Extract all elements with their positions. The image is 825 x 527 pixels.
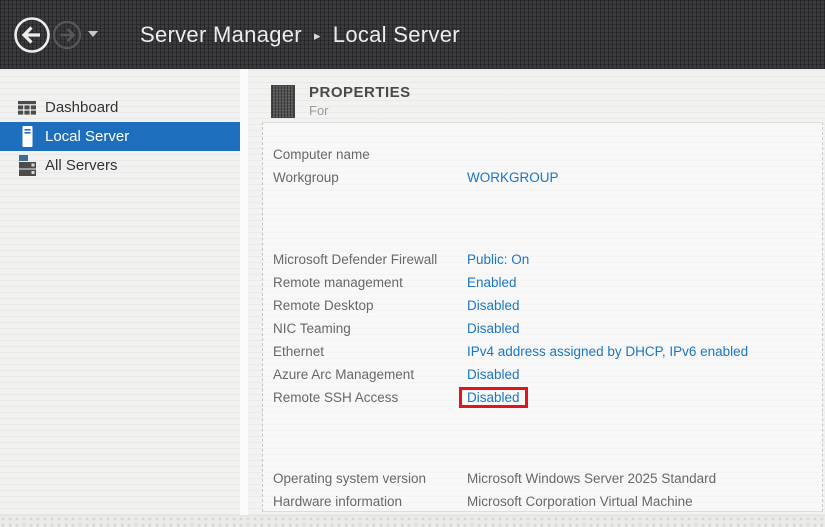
property-row-computer-name: Computer name: [263, 143, 822, 166]
property-value-link[interactable]: Disabled: [467, 367, 822, 382]
panel-spacer: [263, 189, 822, 248]
property-value-link[interactable]: Disabled: [467, 298, 822, 313]
forward-arrow-icon: [52, 20, 82, 50]
property-label: Ethernet: [273, 344, 325, 359]
property-row-workgroup: Workgroup WORKGROUP: [263, 166, 822, 189]
property-label: NIC Teaming: [273, 321, 351, 336]
breadcrumb-root[interactable]: Server Manager: [140, 22, 302, 48]
property-label: Workgroup: [273, 170, 339, 185]
property-row-remote-desktop: Remote Desktop Disabled: [263, 294, 822, 317]
properties-section-header: PROPERTIES For: [248, 69, 825, 122]
sidebar-item-dashboard[interactable]: Dashboard: [0, 93, 240, 122]
property-label: Remote Desktop: [273, 298, 374, 313]
sidebar-item-local-server[interactable]: Local Server: [0, 122, 240, 151]
nav-history-caret-icon[interactable]: [88, 31, 98, 37]
breadcrumb: Server Manager ▸ Local Server: [140, 0, 460, 69]
property-row-ethernet: Ethernet IPv4 address assigned by DHCP, …: [263, 340, 822, 363]
property-row-remote-ssh: Remote SSH Access Disabled: [263, 386, 822, 409]
server-stack-icon: [16, 154, 38, 177]
sidebar-item-label: Dashboard: [45, 99, 119, 116]
property-row-hardware-info: Hardware information Microsoft Corporati…: [263, 490, 822, 511]
property-value-static: Microsoft Windows Server 2025 Standard: [467, 471, 717, 486]
properties-panel: Computer name Workgroup WORKGROUP Micros…: [262, 122, 823, 512]
property-label: Operating system version: [273, 471, 427, 486]
title-bar: Server Manager ▸ Local Server: [0, 0, 825, 69]
property-label: Computer name: [273, 147, 370, 162]
property-value-static: Microsoft Corporation Virtual Machine: [467, 494, 693, 509]
property-value-link[interactable]: WORKGROUP: [467, 170, 822, 185]
properties-tile-icon: [271, 85, 295, 118]
property-value-link[interactable]: IPv4 address assigned by DHCP, IPv6 enab…: [467, 344, 822, 359]
back-arrow-icon: [13, 16, 51, 54]
server-tower-icon: [16, 126, 38, 148]
property-label: Remote management: [273, 275, 403, 290]
forward-button[interactable]: [52, 20, 82, 50]
sidebar: Dashboard Local Server All Servers: [0, 69, 240, 515]
property-value-link[interactable]: Public: On: [467, 252, 822, 267]
sidebar-item-all-servers[interactable]: All Servers: [0, 151, 240, 180]
property-label: Remote SSH Access: [273, 390, 399, 405]
property-label: Microsoft Defender Firewall: [273, 252, 438, 267]
property-row-defender-firewall: Microsoft Defender Firewall Public: On: [263, 248, 822, 271]
dashboard-grid-icon: [16, 97, 38, 119]
property-row-azure-arc: Azure Arc Management Disabled: [263, 363, 822, 386]
highlight-annotation-box: Disabled: [459, 387, 528, 408]
sidebar-item-label: Local Server: [45, 128, 130, 145]
sidebar-item-label: All Servers: [45, 157, 118, 174]
section-subtitle: For: [309, 103, 329, 118]
section-title: PROPERTIES: [309, 84, 411, 101]
sidebar-content-divider: [240, 69, 248, 515]
property-value-link[interactable]: Enabled: [467, 275, 822, 290]
breadcrumb-separator-icon: ▸: [313, 27, 321, 43]
window-bottom-edge: [0, 515, 825, 527]
main-pane: PROPERTIES For Computer name Workgroup W…: [248, 69, 825, 515]
property-label: Azure Arc Management: [273, 367, 415, 382]
back-button[interactable]: [13, 16, 51, 54]
property-value-link[interactable]: Disabled: [467, 390, 520, 405]
breadcrumb-current[interactable]: Local Server: [333, 22, 460, 48]
property-row-remote-management: Remote management Enabled: [263, 271, 822, 294]
property-row-nic-teaming: NIC Teaming Disabled: [263, 317, 822, 340]
property-value-link[interactable]: Disabled: [467, 321, 822, 336]
property-label: Hardware information: [273, 494, 403, 509]
panel-spacer: [263, 409, 822, 467]
property-row-os-version: Operating system version Microsoft Windo…: [263, 467, 822, 490]
